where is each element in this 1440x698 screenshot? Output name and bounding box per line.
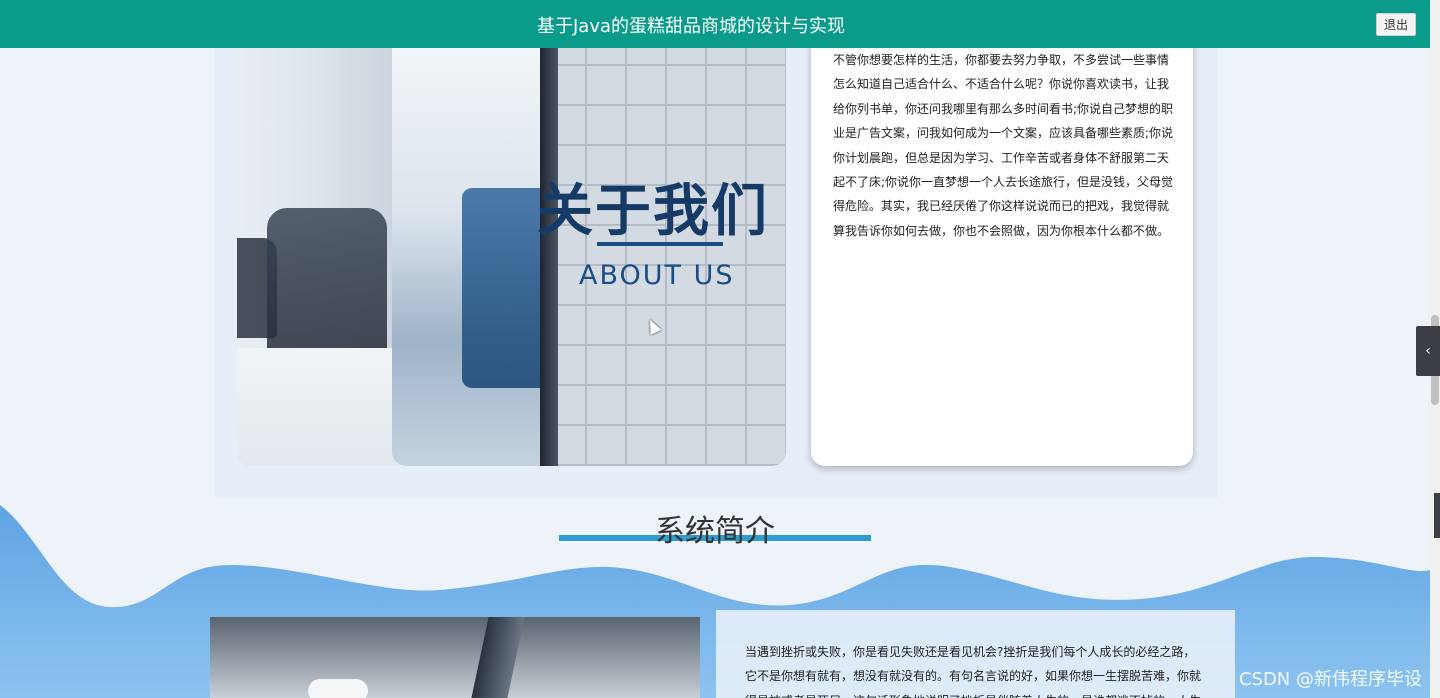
about-us-image: 关于我们 ABOUT US — [237, 48, 786, 466]
intro-paragraph: 当遇到挫折或失败，你是看见失败还是看见机会?挫折是我们每个人成长的必经之路，它不… — [745, 645, 1202, 698]
office-panel — [237, 48, 407, 466]
intro-text-card: 当遇到挫折或失败，你是看见失败还是看见机会?挫折是我们每个人成长的必经之路，它不… — [716, 610, 1235, 698]
intro-image — [210, 617, 700, 698]
about-paragraph: 不管你想要怎样的生活，你都要去努力争取，不多尝试一些事情怎么知道自己适合什么、不… — [833, 53, 1174, 238]
pillar-shape — [540, 48, 558, 466]
chevron-left-icon[interactable]: ‹ — [1416, 326, 1440, 376]
logout-button[interactable]: 退出 — [1376, 13, 1416, 36]
table-shape — [237, 348, 407, 466]
side-tab[interactable] — [1434, 493, 1440, 538]
about-us-divider — [597, 242, 723, 246]
top-header: 基于Java的蛋糕甜品商城的设计与实现 退出 — [0, 0, 1430, 48]
phone-panel — [392, 48, 557, 466]
building-panel — [545, 48, 786, 466]
cloud-shape — [308, 679, 368, 698]
about-us-title-cn: 关于我们 — [537, 179, 769, 244]
chair-shape — [267, 208, 387, 358]
turbine-shape — [471, 617, 525, 698]
csdn-watermark: CSDN @新伟程序毕设 — [1238, 669, 1422, 690]
page-title: 基于Java的蛋糕甜品商城的设计与实现 — [536, 16, 846, 37]
about-text-card: 不管你想要怎样的生活，你都要去努力争取，不多尝试一些事情怎么知道自己适合什么、不… — [811, 30, 1193, 466]
about-us-title-en: ABOUT US — [579, 260, 735, 291]
intro-title: 系统简介 — [655, 514, 775, 549]
